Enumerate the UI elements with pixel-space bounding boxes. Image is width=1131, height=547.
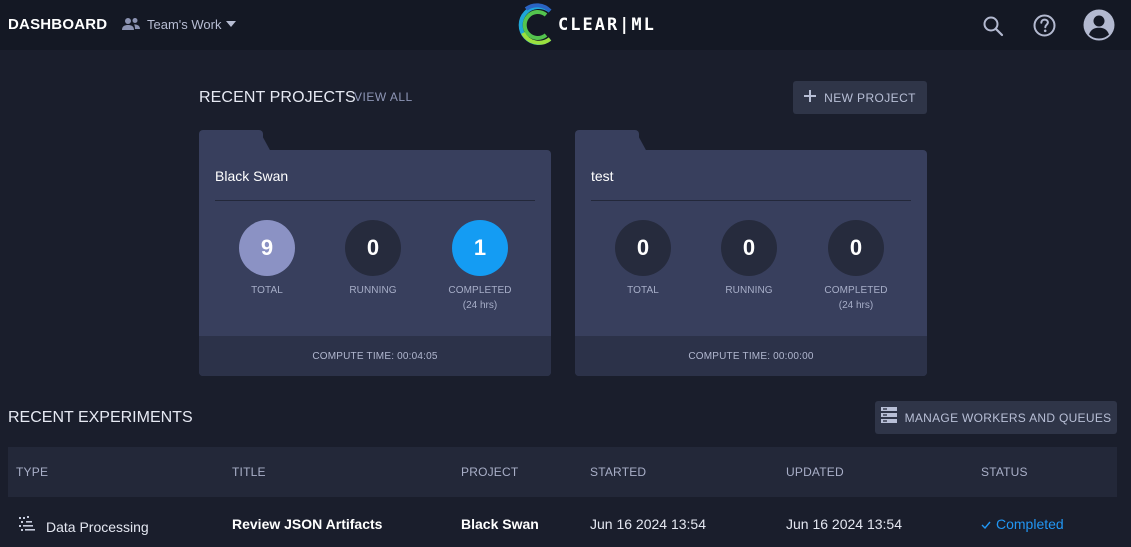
- column-title[interactable]: TITLE: [232, 465, 266, 479]
- running-count: 0: [345, 220, 401, 276]
- status-label: Completed: [996, 516, 1064, 532]
- total-label: TOTAL: [251, 285, 283, 296]
- completed-stat: 1 COMPLETED (24 hrs): [440, 220, 520, 311]
- recent-projects-title: RECENT PROJECTS: [199, 89, 356, 106]
- experiment-title[interactable]: Review JSON Artifacts: [232, 516, 382, 532]
- completed-period: (24 hrs): [462, 300, 498, 311]
- status-badge: Completed: [981, 516, 1064, 532]
- new-project-button[interactable]: NEW PROJECT: [793, 81, 927, 114]
- server-icon: [880, 407, 897, 428]
- page-title: DASHBOARD: [8, 16, 108, 33]
- workspace-selector[interactable]: Team's Work: [121, 16, 237, 32]
- project-card[interactable]: test 0 TOTAL 0 RUNNING 0 COMPLETED (24 h…: [575, 130, 927, 376]
- divider: [591, 200, 911, 201]
- project-card[interactable]: Black Swan 9 TOTAL 0 RUNNING 1 COMPLETED…: [199, 130, 551, 376]
- completed-stat: 0 COMPLETED (24 hrs): [816, 220, 896, 311]
- completed-label: COMPLETED: [824, 285, 888, 296]
- experiments-table-header: TYPE TITLE PROJECT STARTED UPDATED STATU…: [8, 447, 1117, 497]
- running-stat: 0 RUNNING: [709, 220, 789, 296]
- manage-workers-button[interactable]: MANAGE WORKERS AND QUEUES: [875, 401, 1117, 434]
- completed-period: (24 hrs): [838, 300, 874, 311]
- total-count: 9: [239, 220, 295, 276]
- compute-time: COMPUTE TIME: 00:00:00: [575, 336, 927, 376]
- chevron-down-icon: [226, 21, 237, 27]
- experiment-project: Black Swan: [461, 516, 539, 532]
- completed-label: COMPLETED: [448, 285, 512, 296]
- user-avatar-icon[interactable]: [1083, 9, 1115, 46]
- column-project[interactable]: PROJECT: [461, 465, 518, 479]
- project-name: Black Swan: [215, 168, 289, 184]
- total-count: 0: [615, 220, 671, 276]
- completed-count: 0: [828, 220, 884, 276]
- column-updated[interactable]: UPDATED: [786, 465, 844, 479]
- running-label: RUNNING: [349, 285, 397, 296]
- logo-text: CLEAR|ML: [558, 15, 656, 35]
- plus-icon: [804, 89, 817, 107]
- workspace-label: Team's Work: [147, 16, 222, 32]
- column-type[interactable]: TYPE: [16, 465, 48, 479]
- compute-time: COMPUTE TIME: 00:04:05: [199, 336, 551, 376]
- total-label: TOTAL: [627, 285, 659, 296]
- column-status[interactable]: STATUS: [981, 465, 1028, 479]
- team-icon: [121, 16, 141, 32]
- top-bar: DASHBOARD Team's Work CLEAR|ML: [0, 0, 1131, 50]
- running-stat: 0 RUNNING: [333, 220, 413, 296]
- table-row[interactable]: Data Processing Review JSON Artifacts Bl…: [8, 498, 1117, 547]
- running-label: RUNNING: [725, 285, 773, 296]
- experiment-updated: Jun 16 2024 13:54: [786, 516, 902, 532]
- clearml-logo[interactable]: CLEAR|ML: [516, 3, 654, 47]
- type-cell: Data Processing: [18, 515, 149, 538]
- help-icon[interactable]: [1033, 14, 1056, 42]
- experiment-type: Data Processing: [46, 518, 149, 535]
- clearml-logo-icon: [516, 3, 556, 47]
- column-started[interactable]: STARTED: [590, 465, 646, 479]
- view-all-link[interactable]: VIEW ALL: [354, 90, 413, 104]
- total-stat: 0 TOTAL: [603, 220, 683, 296]
- manage-workers-label: MANAGE WORKERS AND QUEUES: [904, 410, 1112, 425]
- divider: [215, 200, 535, 201]
- recent-experiments-title: RECENT EXPERIMENTS: [8, 409, 193, 426]
- total-stat: 9 TOTAL: [227, 220, 307, 296]
- data-processing-icon: [18, 515, 36, 538]
- completed-count: 1: [452, 220, 508, 276]
- check-icon: [981, 516, 991, 532]
- new-project-label: NEW PROJECT: [824, 90, 916, 105]
- project-name: test: [591, 168, 614, 184]
- search-icon[interactable]: [982, 15, 1004, 42]
- experiment-started: Jun 16 2024 13:54: [590, 516, 706, 532]
- running-count: 0: [721, 220, 777, 276]
